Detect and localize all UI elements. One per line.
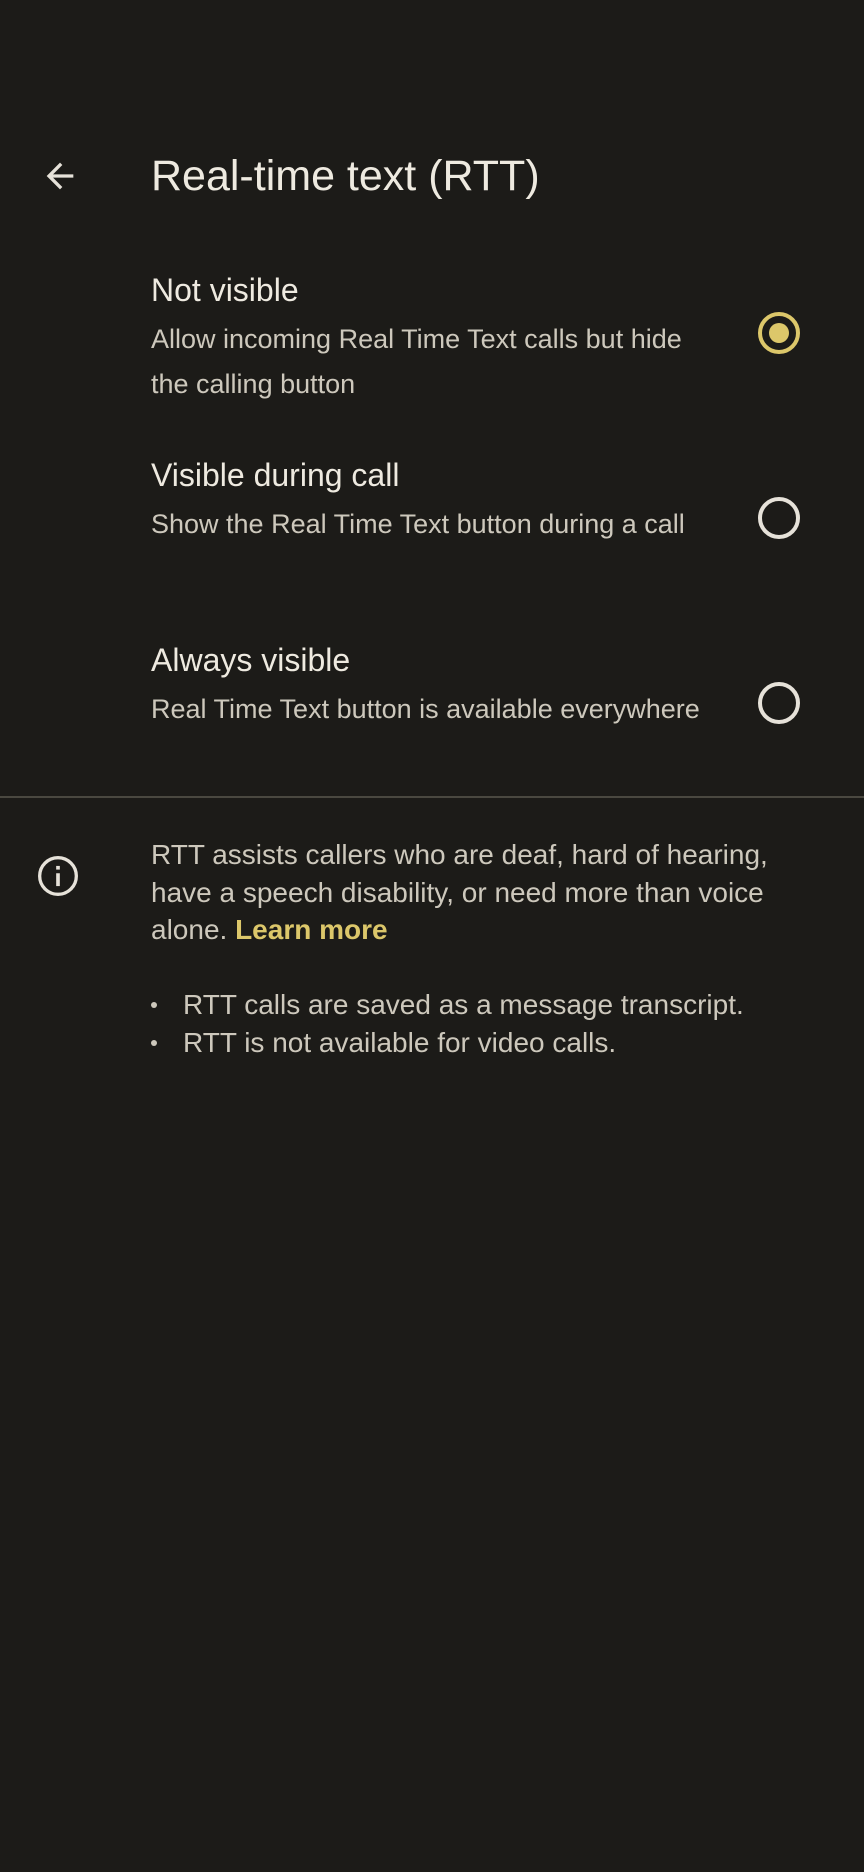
- list-item: RTT is not available for video calls.: [151, 1024, 841, 1062]
- info-description: RTT assists callers who are deaf, hard o…: [151, 836, 821, 949]
- bullet-icon: [151, 1002, 157, 1008]
- option-summary: Show the Real Time Text button during a …: [151, 509, 685, 539]
- status-bar: [0, 0, 864, 96]
- page-title: Real-time text (RTT): [151, 152, 540, 200]
- bullet-text: RTT is not available for video calls.: [183, 1027, 617, 1058]
- list-item: RTT calls are saved as a message transcr…: [151, 986, 841, 1024]
- back-button[interactable]: [22, 138, 98, 214]
- option-not-visible[interactable]: Not visible Allow incoming Real Time Tex…: [0, 262, 864, 447]
- info-bullet-list: RTT calls are saved as a message transcr…: [151, 986, 841, 1062]
- bullet-text: RTT calls are saved as a message transcr…: [183, 989, 744, 1020]
- divider: [0, 796, 864, 798]
- option-title: Always visible: [151, 642, 351, 678]
- radio-dot: [769, 323, 789, 343]
- rtt-visibility-options: Not visible Allow incoming Real Time Tex…: [0, 262, 864, 817]
- radio-button-checked[interactable]: [758, 312, 800, 354]
- radio-button-unchecked[interactable]: [758, 682, 800, 724]
- info-icon: [38, 856, 78, 896]
- radio-button-unchecked[interactable]: [758, 497, 800, 539]
- bullet-icon: [151, 1040, 157, 1046]
- option-title: Not visible: [151, 272, 299, 308]
- option-summary: Real Time Text button is available every…: [151, 694, 700, 724]
- option-always-visible[interactable]: Always visible Real Time Text button is …: [0, 632, 864, 817]
- option-visible-during-call[interactable]: Visible during call Show the Real Time T…: [0, 447, 864, 632]
- option-summary: Allow incoming Real Time Text calls but …: [151, 324, 682, 399]
- arrow-back-icon: [46, 162, 74, 190]
- app-bar: Real-time text (RTT): [0, 120, 864, 232]
- learn-more-link[interactable]: Learn more: [235, 914, 388, 945]
- option-title: Visible during call: [151, 457, 400, 493]
